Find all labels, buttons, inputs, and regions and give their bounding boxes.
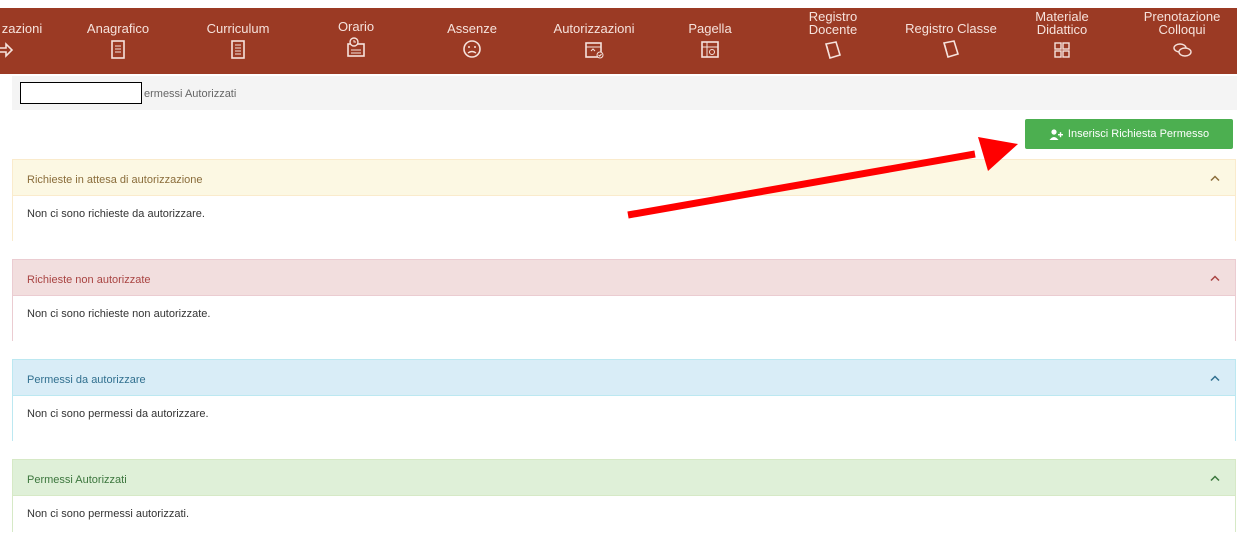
annotation-arrow [627, 137, 1018, 219]
